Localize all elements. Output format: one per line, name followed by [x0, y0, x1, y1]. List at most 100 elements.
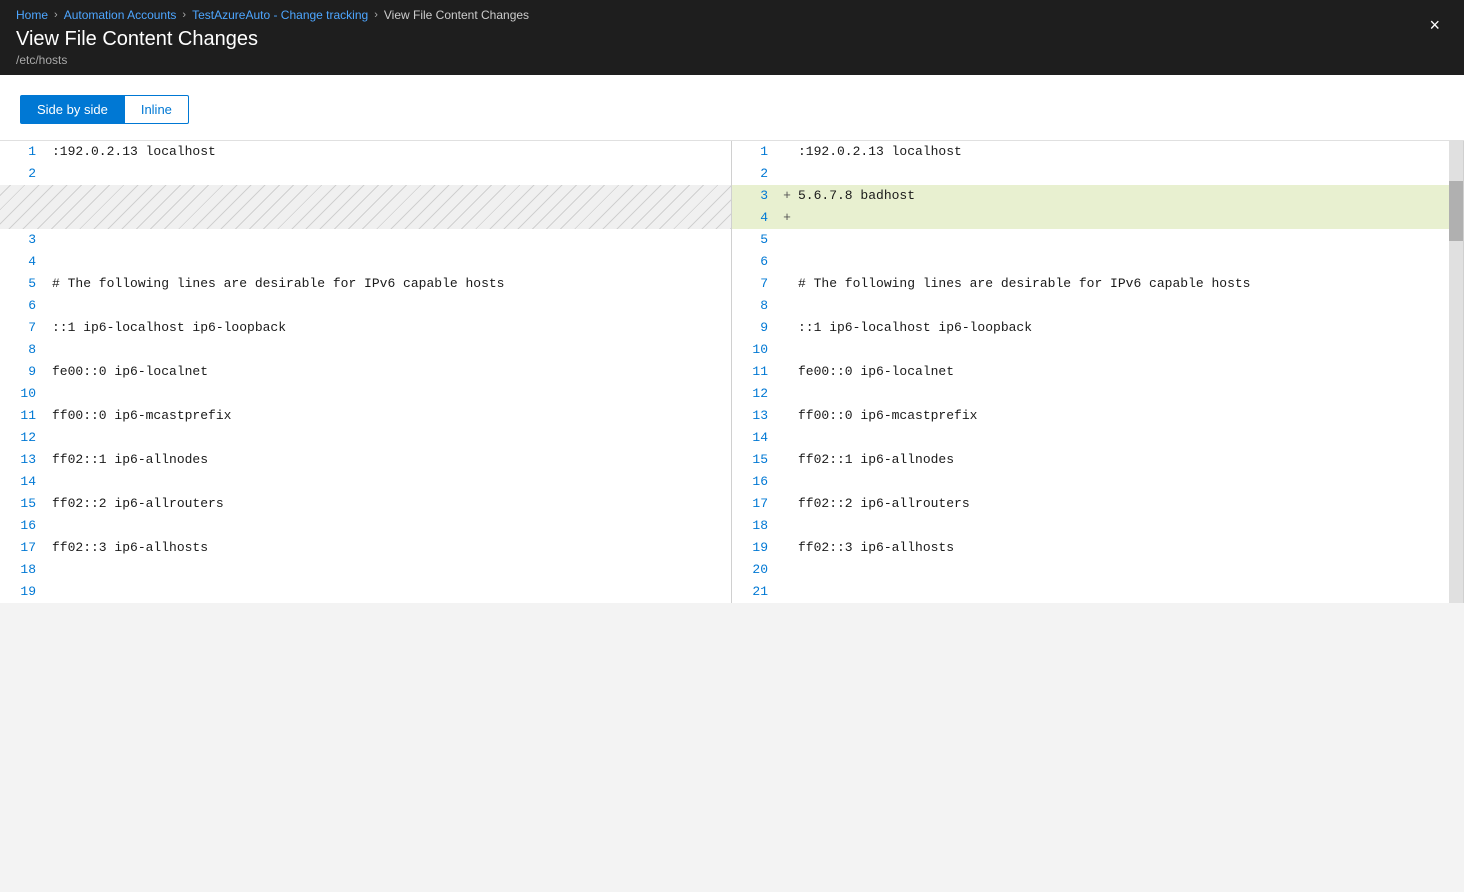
- diff-line: 6: [732, 251, 1463, 273]
- line-number: 2: [0, 163, 48, 185]
- diff-line: 20: [732, 559, 1463, 581]
- scrollbar-thumb[interactable]: [1449, 181, 1463, 241]
- line-number: 15: [732, 449, 780, 471]
- scrollbar[interactable]: [1449, 141, 1463, 603]
- line-number: 7: [732, 273, 780, 295]
- diff-line: 9fe00::0 ip6-localnet: [0, 361, 731, 383]
- diff-line: 8: [0, 339, 731, 361]
- line-number: 5: [732, 229, 780, 251]
- line-content: ff02::2 ip6-allrouters: [794, 493, 1463, 515]
- diff-line: 7 # The following lines are desirable for…: [732, 273, 1463, 295]
- line-number: 16: [0, 515, 48, 537]
- line-number: 13: [732, 405, 780, 427]
- diff-line: 5: [732, 229, 1463, 251]
- line-number: 7: [0, 317, 48, 339]
- diff-line: 3: [0, 229, 731, 251]
- line-content: # The following lines are desirable for …: [794, 273, 1463, 295]
- page-title: View File Content Changes: [16, 28, 529, 51]
- line-content: :192.0.2.13 localhost: [48, 141, 731, 163]
- line-number: 5: [0, 273, 48, 295]
- line-number: 15: [0, 493, 48, 515]
- inline-button[interactable]: Inline: [125, 95, 189, 124]
- diff-line: 11ff00::0 ip6-mcastprefix: [0, 405, 731, 427]
- line-number: 8: [0, 339, 48, 361]
- line-number: 4: [732, 207, 780, 229]
- header: Home › Automation Accounts › TestAzureAu…: [0, 0, 1464, 75]
- line-content: ff02::1 ip6-allnodes: [48, 449, 731, 471]
- diff-line: 18: [0, 559, 731, 581]
- diff-line: 3+5.6.7.8 badhost: [732, 185, 1463, 207]
- line-content: ff02::3 ip6-allhosts: [794, 537, 1463, 559]
- line-number: 1: [0, 141, 48, 163]
- diff-line: 1:192.0.2.13 localhost: [0, 141, 731, 163]
- line-number: 4: [0, 251, 48, 273]
- line-number: 8: [732, 295, 780, 317]
- breadcrumb-current: View File Content Changes: [384, 8, 529, 22]
- diff-line: 2: [732, 163, 1463, 185]
- diff-line: 13 ff00::0 ip6-mcastprefix: [732, 405, 1463, 427]
- diff-line: 21: [732, 581, 1463, 603]
- diff-line: 17ff02::3 ip6-allhosts: [0, 537, 731, 559]
- hatch-content: [48, 185, 731, 229]
- line-number: 18: [732, 515, 780, 537]
- close-button[interactable]: ×: [1421, 12, 1448, 38]
- line-number: 14: [732, 427, 780, 449]
- diff-line: 14: [732, 427, 1463, 449]
- line-content: ff02::3 ip6-allhosts: [48, 537, 731, 559]
- line-number: 17: [0, 537, 48, 559]
- line-content: ::1 ip6-localhost ip6-loopback: [794, 317, 1463, 339]
- line-number: 11: [732, 361, 780, 383]
- breadcrumb-home[interactable]: Home: [16, 8, 48, 22]
- breadcrumb: Home › Automation Accounts › TestAzureAu…: [16, 8, 529, 22]
- line-prefix: +: [780, 185, 794, 207]
- line-content: # The following lines are desirable for …: [48, 273, 731, 295]
- line-number: 18: [0, 559, 48, 581]
- line-content: ff00::0 ip6-mcastprefix: [794, 405, 1463, 427]
- line-content: :192.0.2.13 localhost: [794, 141, 1463, 163]
- breadcrumb-automation[interactable]: Automation Accounts: [64, 8, 177, 22]
- diff-line: 10: [0, 383, 731, 405]
- line-content: ff02::2 ip6-allrouters: [48, 493, 731, 515]
- line-number: 1: [732, 141, 780, 163]
- line-content: ff00::0 ip6-mcastprefix: [48, 405, 731, 427]
- diff-line: 19 ff02::3 ip6-allhosts: [732, 537, 1463, 559]
- line-number: 10: [732, 339, 780, 361]
- line-number: 12: [732, 383, 780, 405]
- header-left: Home › Automation Accounts › TestAzureAu…: [16, 8, 529, 67]
- diff-line: 9::1 ip6-localhost ip6-loopback: [732, 317, 1463, 339]
- diff-line: 15ff02::2 ip6-allrouters: [0, 493, 731, 515]
- line-number: 10: [0, 383, 48, 405]
- line-content: ::1 ip6-localhost ip6-loopback: [48, 317, 731, 339]
- diff-line: 1 :192.0.2.13 localhost: [732, 141, 1463, 163]
- diff-line: 10: [732, 339, 1463, 361]
- line-number: 13: [0, 449, 48, 471]
- line-number: 9: [0, 361, 48, 383]
- diff-line: 19: [0, 581, 731, 603]
- line-number: 14: [0, 471, 48, 493]
- line-number: 19: [0, 581, 48, 603]
- line-number: 6: [0, 295, 48, 317]
- diff-line: 14: [0, 471, 731, 493]
- line-content: fe00::0 ip6-localnet: [48, 361, 731, 383]
- line-content: fe00::0 ip6-localnet: [794, 361, 1463, 383]
- diff-pane-left: 1:192.0.2.13 localhost2 345# The followin…: [0, 141, 732, 603]
- page-subtitle: /etc/hosts: [16, 53, 529, 67]
- diff-line: 15ff02::1 ip6-allnodes: [732, 449, 1463, 471]
- diff-hatch-area: [0, 185, 731, 229]
- diff-line: 18: [732, 515, 1463, 537]
- main-content: Side by side Inline 1:192.0.2.13 localho…: [0, 75, 1464, 603]
- line-number: 12: [0, 427, 48, 449]
- line-number: 19: [732, 537, 780, 559]
- diff-line: 8: [732, 295, 1463, 317]
- breadcrumb-change-tracking[interactable]: TestAzureAuto - Change tracking: [192, 8, 368, 22]
- line-number: 6: [732, 251, 780, 273]
- side-by-side-button[interactable]: Side by side: [20, 95, 125, 124]
- breadcrumb-sep-3: ›: [374, 9, 378, 21]
- line-number: 3: [732, 185, 780, 207]
- diff-line: 16: [732, 471, 1463, 493]
- diff-line: 17ff02::2 ip6-allrouters: [732, 493, 1463, 515]
- diff-line: 4+: [732, 207, 1463, 229]
- line-number: 21: [732, 581, 780, 603]
- line-number: 20: [732, 559, 780, 581]
- diff-pane-right: 1 :192.0.2.13 localhost23+5.6.7.8 badhost…: [732, 141, 1464, 603]
